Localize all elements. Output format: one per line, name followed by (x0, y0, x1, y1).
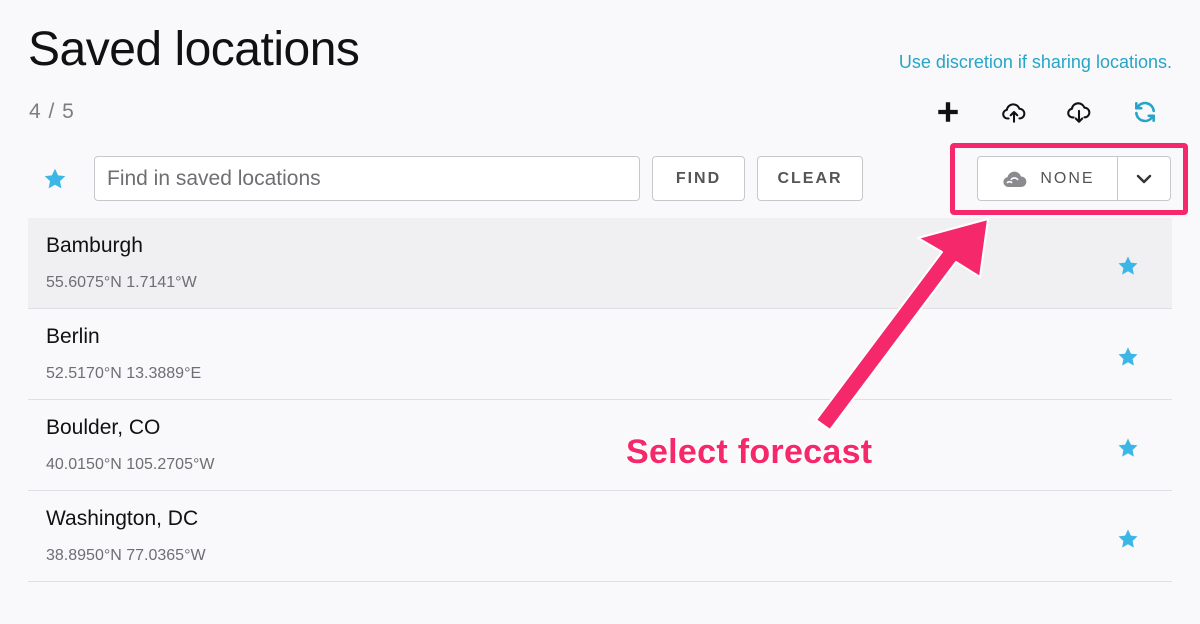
find-button[interactable]: FIND (652, 156, 745, 201)
location-name: Bamburgh (46, 234, 143, 257)
cloud-upload-icon (1002, 103, 1026, 123)
forecast-dropdown-toggle[interactable] (1118, 157, 1170, 200)
location-name: Boulder, CO (46, 416, 161, 439)
upload-button[interactable] (997, 96, 1031, 128)
refresh-button[interactable] (1128, 96, 1162, 128)
download-button[interactable] (1062, 96, 1096, 128)
location-row[interactable]: Washington, DC 38.8950°N 77.0365°W (28, 491, 1172, 582)
cloud-download-icon (1067, 102, 1091, 123)
location-row[interactable]: Berlin 52.5170°N 13.3889°E (28, 309, 1172, 400)
forecast-select[interactable]: NONE (977, 156, 1171, 201)
cloud-icon (1003, 171, 1027, 187)
location-list: Bamburgh 55.6075°N 1.7141°W Berlin 52.51… (28, 218, 1172, 582)
location-name: Washington, DC (46, 507, 199, 530)
favorite-star-icon[interactable] (1116, 254, 1140, 278)
search-input[interactable] (94, 156, 640, 201)
plus-icon (938, 102, 958, 122)
location-coords: 40.0150°N 105.2705°W (46, 456, 215, 473)
forecast-selected-label: NONE (1040, 169, 1095, 187)
refresh-icon (1135, 101, 1155, 123)
favorite-star-icon[interactable] (1116, 527, 1140, 551)
location-name: Berlin (46, 325, 100, 348)
page-title: Saved locations (28, 23, 360, 76)
add-location-button[interactable] (931, 96, 965, 128)
sharing-notice-link[interactable]: Use discretion if sharing locations. (899, 52, 1172, 73)
location-counter: 4 / 5 (29, 100, 75, 123)
location-coords: 55.6075°N 1.7141°W (46, 274, 197, 291)
favorite-star-icon[interactable] (1116, 436, 1140, 460)
location-row[interactable]: Bamburgh 55.6075°N 1.7141°W (28, 218, 1172, 309)
location-row[interactable]: Boulder, CO 40.0150°N 105.2705°W (28, 400, 1172, 491)
clear-button[interactable]: CLEAR (757, 156, 863, 201)
chevron-down-icon (1136, 174, 1152, 183)
location-coords: 52.5170°N 13.3889°E (46, 365, 202, 382)
favorites-filter-star-icon[interactable] (42, 166, 68, 192)
forecast-select-value[interactable]: NONE (978, 157, 1118, 200)
annotation-label: Select forecast (626, 433, 873, 471)
favorite-star-icon[interactable] (1116, 345, 1140, 369)
location-coords: 38.8950°N 77.0365°W (46, 547, 206, 564)
